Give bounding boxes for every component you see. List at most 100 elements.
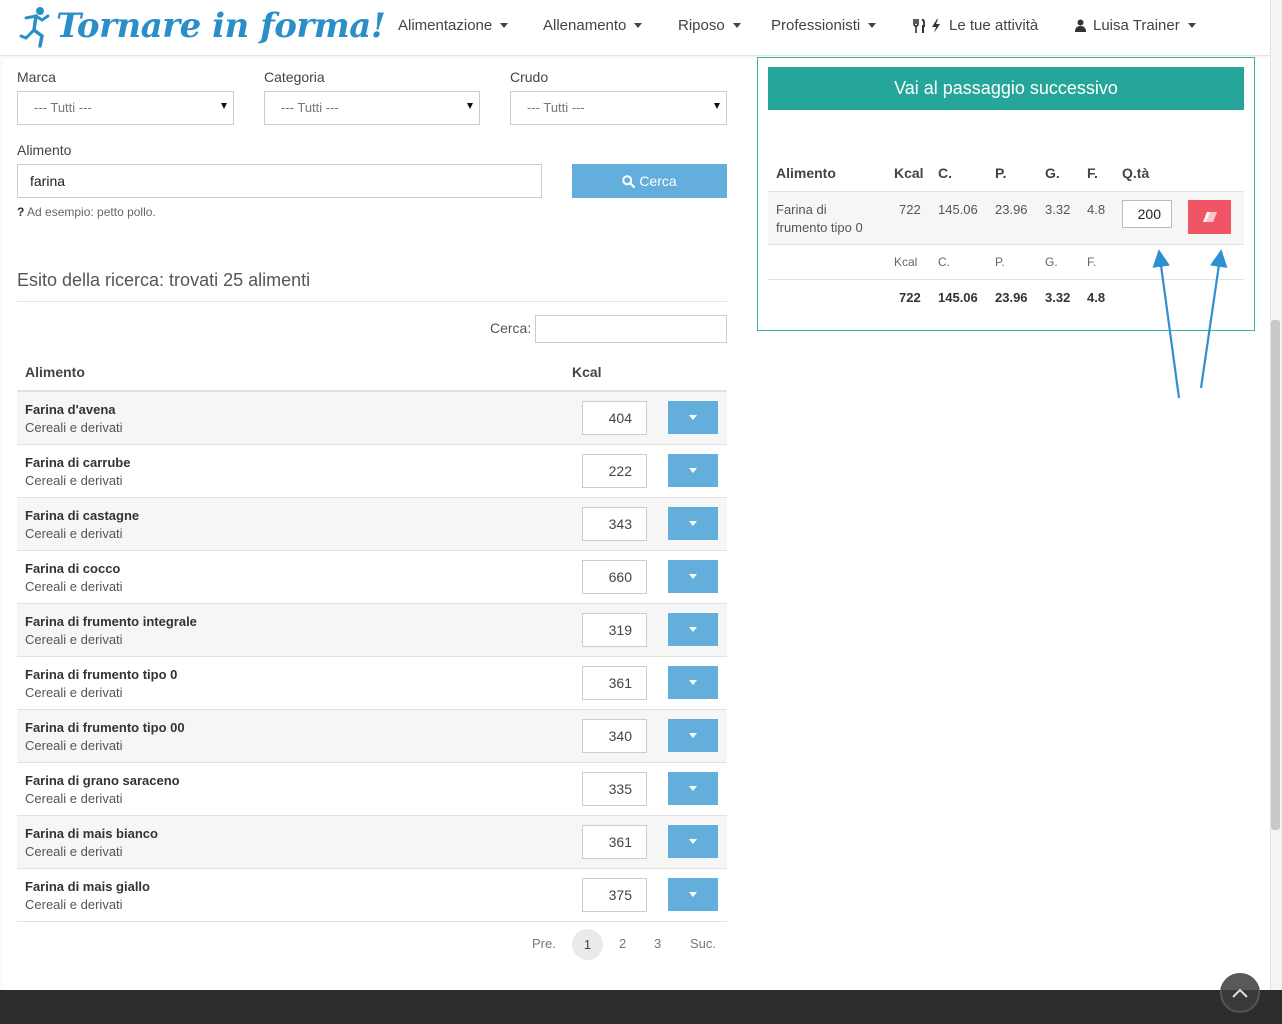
alimento-search-input[interactable]: farina xyxy=(17,164,542,198)
selected-food-c: 145.06 xyxy=(938,202,978,217)
food-name: Farina di cocco xyxy=(25,561,121,576)
remove-food-button[interactable] xyxy=(1188,200,1231,234)
add-food-button[interactable] xyxy=(668,507,718,540)
sel-col-f: F. xyxy=(1087,165,1098,181)
selected-food-kcal: 722 xyxy=(899,202,921,217)
table-filter-label: Cerca: xyxy=(490,320,532,336)
nav-alimentazione[interactable]: Alimentazione xyxy=(398,17,509,34)
pagination-prev[interactable]: Pre. xyxy=(532,936,556,951)
add-food-button[interactable] xyxy=(668,613,718,646)
food-category: Cereali e derivati xyxy=(25,420,123,435)
pagination-page-2[interactable]: 2 xyxy=(619,936,626,951)
caret-down-icon xyxy=(1187,23,1196,28)
subheader-kcal: Kcal xyxy=(894,255,918,269)
food-category: Cereali e derivati xyxy=(25,685,123,700)
kcal-input[interactable]: 361 xyxy=(582,825,647,859)
food-name: Farina di frumento tipo 0 xyxy=(25,667,178,682)
kcal-input[interactable]: 660 xyxy=(582,560,647,594)
sel-col-kcal: Kcal xyxy=(894,165,924,181)
kcal-input[interactable]: 375 xyxy=(582,878,647,912)
kcal-input[interactable]: 404 xyxy=(582,401,647,435)
pagination-next[interactable]: Suc. xyxy=(690,936,716,951)
table-filter-input[interactable] xyxy=(535,315,727,343)
kcal-input[interactable]: 343 xyxy=(582,507,647,541)
food-name: Farina di mais bianco xyxy=(25,826,158,841)
food-name: Farina di castagne xyxy=(25,508,140,523)
nav-riposo[interactable]: Riposo xyxy=(678,17,741,34)
add-food-button[interactable] xyxy=(668,772,718,805)
caret-down-icon xyxy=(689,786,697,791)
selected-food-g: 3.32 xyxy=(1045,202,1071,217)
nav-attivita[interactable]: Le tue attività xyxy=(913,17,1038,34)
back-to-top-button[interactable] xyxy=(1220,973,1260,1013)
add-food-button[interactable] xyxy=(668,401,718,434)
caret-down-icon xyxy=(689,574,697,579)
caret-down-icon xyxy=(689,627,697,632)
add-food-button[interactable] xyxy=(668,454,718,487)
nav-alimentazione-label: Alimentazione xyxy=(398,17,493,34)
table-row: Farina di castagne Cereali e derivati 34… xyxy=(17,498,727,551)
caret-down-icon xyxy=(689,733,697,738)
sel-col-qty: Q.tà xyxy=(1122,165,1150,181)
caret-down-icon xyxy=(689,680,697,685)
bolt-icon xyxy=(932,18,940,33)
kcal-input[interactable]: 319 xyxy=(582,613,647,647)
add-food-button[interactable] xyxy=(668,560,718,593)
table-row: Farina di cocco Cereali e derivati 660 xyxy=(17,551,727,604)
subheader-f: F. xyxy=(1087,255,1097,269)
caret-down-icon xyxy=(689,839,697,844)
page-footer xyxy=(0,990,1282,1024)
quantity-input[interactable]: 200 xyxy=(1122,200,1172,228)
sel-col-p: P. xyxy=(995,165,1007,181)
col-header-alimento[interactable]: Alimento xyxy=(25,364,85,380)
crudo-select[interactable]: --- Tutti --- xyxy=(510,91,727,125)
add-food-button[interactable] xyxy=(668,719,718,752)
caret-down-icon xyxy=(467,103,473,109)
col-header-kcal[interactable]: Kcal xyxy=(572,364,602,380)
question-mark-icon: ? xyxy=(17,205,25,219)
caret-down-icon xyxy=(500,23,509,28)
scrollbar-thumb[interactable] xyxy=(1271,320,1280,830)
selected-food-row xyxy=(768,192,1244,244)
table-row: Farina di frumento tipo 0 Cereali e deri… xyxy=(17,657,727,710)
caret-down-icon xyxy=(634,23,643,28)
selected-food-name-2: frumento tipo 0 xyxy=(776,220,863,235)
nav-user-label: Luisa Trainer xyxy=(1093,17,1180,34)
food-name: Farina di frumento integrale xyxy=(25,614,197,629)
cutlery-icon xyxy=(913,18,925,33)
kcal-input[interactable]: 335 xyxy=(582,772,647,806)
pagination-page-1[interactable]: 1 xyxy=(572,929,603,960)
food-category: Cereali e derivati xyxy=(25,579,123,594)
add-food-button[interactable] xyxy=(668,666,718,699)
selected-food-f: 4.8 xyxy=(1087,202,1106,217)
food-category: Cereali e derivati xyxy=(25,844,123,859)
table-row: Farina di carrube Cereali e derivati 222 xyxy=(17,445,727,498)
search-button[interactable]: Cerca xyxy=(572,164,727,198)
food-category: Cereali e derivati xyxy=(25,738,123,753)
marca-select[interactable]: --- Tutti --- xyxy=(17,91,234,125)
total-p: 23.96 xyxy=(995,290,1028,305)
nav-professionisti[interactable]: Professionisti xyxy=(771,17,877,34)
pagination-page-3[interactable]: 3 xyxy=(654,936,661,951)
categoria-select[interactable]: --- Tutti --- xyxy=(264,91,480,125)
caret-down-icon xyxy=(868,23,877,28)
top-navbar: Tornare in forma! Alimentazione Allename… xyxy=(0,0,1270,56)
food-category: Cereali e derivati xyxy=(25,526,123,541)
nav-user-menu[interactable]: Luisa Trainer xyxy=(1075,17,1196,34)
add-food-button[interactable] xyxy=(668,878,718,911)
next-step-button[interactable]: Vai al passaggio successivo xyxy=(768,67,1244,110)
food-name: Farina di frumento tipo 00 xyxy=(25,720,185,735)
kcal-input[interactable]: 222 xyxy=(582,454,647,488)
add-food-button[interactable] xyxy=(668,825,718,858)
annotation-arrows xyxy=(1152,249,1228,399)
food-category: Cereali e derivati xyxy=(25,632,123,647)
caret-down-icon xyxy=(714,103,720,109)
left-edge xyxy=(0,56,3,990)
kcal-input[interactable]: 361 xyxy=(582,666,647,700)
nav-allenamento[interactable]: Allenamento xyxy=(543,17,643,34)
table-row: Farina d'avena Cereali e derivati 404 xyxy=(17,392,727,445)
site-logo[interactable]: Tornare in forma! xyxy=(18,2,386,50)
divider xyxy=(17,301,727,302)
caret-down-icon xyxy=(689,415,697,420)
kcal-input[interactable]: 340 xyxy=(582,719,647,753)
